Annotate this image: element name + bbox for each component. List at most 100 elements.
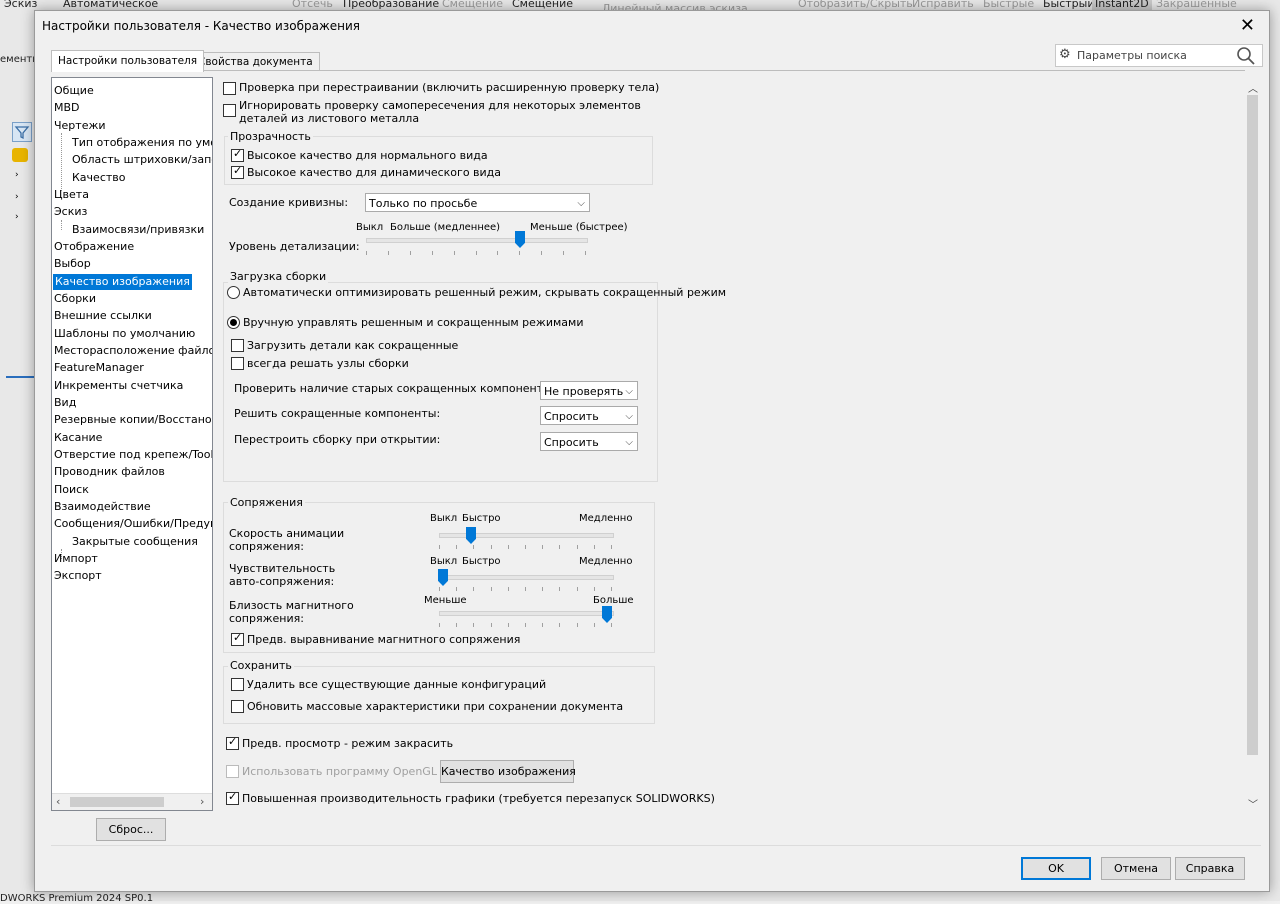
anim-off-label: Выкл xyxy=(430,513,458,524)
close-icon[interactable]: ✕ xyxy=(1240,15,1255,36)
tree-item-selection[interactable]: Выбор xyxy=(54,256,91,272)
tree-item-hatch-area[interactable]: Область штриховки/запол xyxy=(72,152,212,168)
magnetic-ticks xyxy=(439,623,612,627)
chevron-down-icon: ⌵ xyxy=(625,437,633,448)
tree-item-collaboration[interactable]: Взаимодействие xyxy=(54,499,151,515)
tab-document-properties[interactable]: Свойства документа xyxy=(191,52,320,71)
use-opengl-checkbox[interactable] xyxy=(226,765,239,778)
filter-icon[interactable] xyxy=(12,122,32,142)
tree-horizontal-scrollbar[interactable]: ‹ › xyxy=(52,793,212,810)
content-vertical-scrollbar[interactable]: ︿ ﹀ xyxy=(1244,78,1261,813)
slider-tick xyxy=(456,623,458,627)
slider-tick xyxy=(475,251,477,255)
search-icon[interactable] xyxy=(1236,46,1256,69)
tree-item-default-templates[interactable]: Шаблоны по умолчанию xyxy=(54,326,195,342)
auto-mode-radio[interactable] xyxy=(227,286,240,299)
expand-icon[interactable]: › xyxy=(15,192,19,202)
tree-item-general[interactable]: Общие xyxy=(54,83,94,99)
tree-item-mbd[interactable]: MBD xyxy=(54,100,80,116)
slider-tick xyxy=(576,587,578,591)
tree-item-messages[interactable]: Сообщения/Ошибки/Предупр xyxy=(54,516,212,532)
tree-item-featuremanager[interactable]: FeatureManager xyxy=(54,360,144,376)
scroll-down-icon[interactable]: ﹀ xyxy=(1248,796,1258,811)
magnetic-preview-checkbox[interactable]: ✓ xyxy=(231,631,244,646)
tree-item-file-explorer[interactable]: Проводник файлов xyxy=(54,464,165,480)
tree-item-image-quality[interactable]: Качество изображения xyxy=(53,274,192,290)
reset-button[interactable]: Сброс... xyxy=(96,818,166,841)
bg-repair-label: Исправить xyxy=(912,0,974,10)
slider-tick xyxy=(542,623,544,627)
tree-item-export[interactable]: Экспорт xyxy=(54,568,102,584)
tree-item-import[interactable]: Импорт xyxy=(54,551,98,567)
resolve-light-select[interactable]: Спросить ⌵ xyxy=(540,406,638,425)
tree-item-touch[interactable]: Касание xyxy=(54,430,102,446)
expand-icon[interactable]: › xyxy=(15,170,19,180)
slider-tick xyxy=(507,545,509,549)
tab-user-settings[interactable]: Настройки пользователя xyxy=(51,50,205,72)
detail-off-label: Выкл xyxy=(356,222,384,233)
curvature-select-value: Только по просьбе xyxy=(369,197,478,210)
always-resolve-checkbox[interactable] xyxy=(231,357,244,370)
transparency-dynamic-checkbox[interactable]: ✓ xyxy=(231,164,244,179)
tree-item-sketch[interactable]: Эскиз xyxy=(54,204,87,220)
tree-item-display-type[interactable]: Тип отображения по умол xyxy=(72,135,212,151)
scroll-right-icon[interactable]: › xyxy=(200,795,204,808)
tree-item-external-refs[interactable]: Внешние ссылки xyxy=(54,308,152,324)
help-button[interactable]: Справка xyxy=(1175,857,1245,880)
bg-instant2d-label: Instant2D xyxy=(1092,0,1152,10)
tree-item-relations[interactable]: Взаимосвязи/привязки xyxy=(72,222,204,238)
slider-tick xyxy=(563,251,565,255)
curvature-select[interactable]: Только по просьбе ⌵ xyxy=(365,193,590,212)
scroll-up-icon[interactable]: ︿ xyxy=(1248,80,1258,95)
tree-item-quality[interactable]: Качество xyxy=(72,170,126,186)
search-options-input[interactable]: ⚙ Параметры поиска xyxy=(1055,44,1263,67)
detail-level-slider-thumb[interactable] xyxy=(515,231,525,248)
tree-item-spin-increments[interactable]: Инкременты счетчика xyxy=(54,378,183,394)
expand-icon[interactable]: › xyxy=(15,212,19,222)
anim-speed-track[interactable] xyxy=(439,533,614,538)
chevron-down-icon: ⌵ xyxy=(577,198,585,209)
tree-item-colors[interactable]: Цвета xyxy=(54,187,89,203)
bg-shaded-label: Закрашенные xyxy=(1156,0,1237,10)
save-group xyxy=(223,666,655,724)
scroll-thumb[interactable] xyxy=(70,797,164,807)
slider-tick xyxy=(507,623,509,627)
update-mass-checkbox[interactable] xyxy=(231,700,244,713)
magnetic-more-label: Больше xyxy=(593,595,634,606)
cancel-button[interactable]: Отмена xyxy=(1101,857,1171,880)
tree-item-backup[interactable]: Резервные копии/Восстановл xyxy=(54,412,212,428)
magnetic-track[interactable] xyxy=(439,611,614,616)
preview-shaded-checkbox[interactable]: ✓ xyxy=(226,735,239,750)
ignore-self-intersect-checkbox[interactable] xyxy=(223,104,236,117)
bg-offset2-label: Смещение xyxy=(512,0,573,10)
tree-item-search[interactable]: Поиск xyxy=(54,482,89,498)
load-lightweight-checkbox[interactable] xyxy=(231,339,244,352)
slider-tick xyxy=(559,545,561,549)
graphics-perf-checkbox[interactable]: ✓ xyxy=(226,790,239,805)
scroll-thumb[interactable] xyxy=(1247,95,1258,755)
tree-item-drawings[interactable]: Чертежи xyxy=(54,118,106,134)
mates-title: Сопряжения xyxy=(228,496,305,509)
detail-level-track[interactable] xyxy=(366,238,588,243)
tree-item-view[interactable]: Вид xyxy=(54,395,76,411)
footer-divider xyxy=(51,845,1261,846)
chevron-down-icon: ⌵ xyxy=(625,386,633,397)
rebuild-open-select-value: Спросить xyxy=(544,436,599,449)
transparency-normal-checkbox[interactable]: ✓ xyxy=(231,147,244,162)
sens-fast-label: Быстро xyxy=(462,556,501,567)
rebuild-check-checkbox[interactable] xyxy=(223,82,236,95)
ok-button[interactable]: OK xyxy=(1021,857,1091,880)
tree-item-display[interactable]: Отображение xyxy=(54,239,134,255)
image-quality-button[interactable]: Качество изображения xyxy=(440,760,576,783)
check-old-select[interactable]: Не проверять ⌵ xyxy=(540,381,638,400)
delete-config-checkbox[interactable] xyxy=(231,678,244,691)
manual-mode-radio[interactable] xyxy=(227,316,240,329)
tree-item-dismissed-messages[interactable]: Закрытые сообщения xyxy=(72,534,198,550)
rebuild-open-select[interactable]: Спросить ⌵ xyxy=(540,432,638,451)
scroll-left-icon[interactable]: ‹ xyxy=(56,795,60,808)
tree-item-hole-wizard[interactable]: Отверстие под крепеж/Toolbo xyxy=(54,447,212,463)
tree-item-file-locations[interactable]: Месторасположение файлов xyxy=(54,343,212,359)
slider-tick xyxy=(439,623,440,627)
tree-item-assemblies[interactable]: Сборки xyxy=(54,291,96,307)
auto-sens-track[interactable] xyxy=(439,575,614,580)
